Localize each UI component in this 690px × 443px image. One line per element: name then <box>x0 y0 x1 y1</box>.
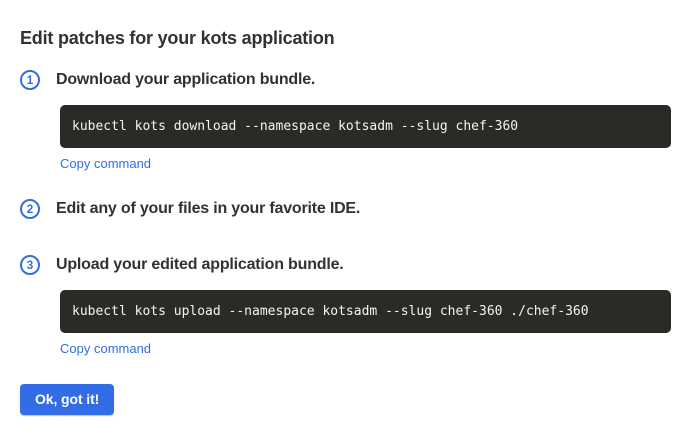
step-3-number-badge: 3 <box>20 255 40 275</box>
step-download-body: kubectl kots download --namespace kotsad… <box>60 105 671 173</box>
step-upload: 3 Upload your edited application bundle.… <box>20 255 671 358</box>
step-2-number-badge: 2 <box>20 199 40 219</box>
step-edit-header: 2 Edit any of your files in your favorit… <box>20 199 671 219</box>
dialog-footer: Ok, got it! <box>20 384 671 415</box>
step-download: 1 Download your application bundle. kube… <box>20 70 671 173</box>
step-edit: 2 Edit any of your files in your favorit… <box>20 199 671 219</box>
copy-download-command-link[interactable]: Copy command <box>60 156 151 172</box>
upload-command-snippet: kubectl kots upload --namespace kotsadm … <box>60 290 671 333</box>
step-1-number-badge: 1 <box>20 70 40 90</box>
step-2-heading: Edit any of your files in your favorite … <box>56 199 360 219</box>
step-3-heading: Upload your edited application bundle. <box>56 255 344 275</box>
copy-upload-command-link[interactable]: Copy command <box>60 341 151 357</box>
step-1-heading: Download your application bundle. <box>56 70 315 90</box>
step-upload-header: 3 Upload your edited application bundle. <box>20 255 671 275</box>
download-command-snippet: kubectl kots download --namespace kotsad… <box>60 105 671 148</box>
edit-patches-dialog: Edit patches for your kots application 1… <box>0 0 690 443</box>
page-title: Edit patches for your kots application <box>20 27 671 49</box>
step-upload-body: kubectl kots upload --namespace kotsadm … <box>60 290 671 358</box>
step-download-header: 1 Download your application bundle. <box>20 70 671 90</box>
ok-got-it-button[interactable]: Ok, got it! <box>20 384 114 415</box>
